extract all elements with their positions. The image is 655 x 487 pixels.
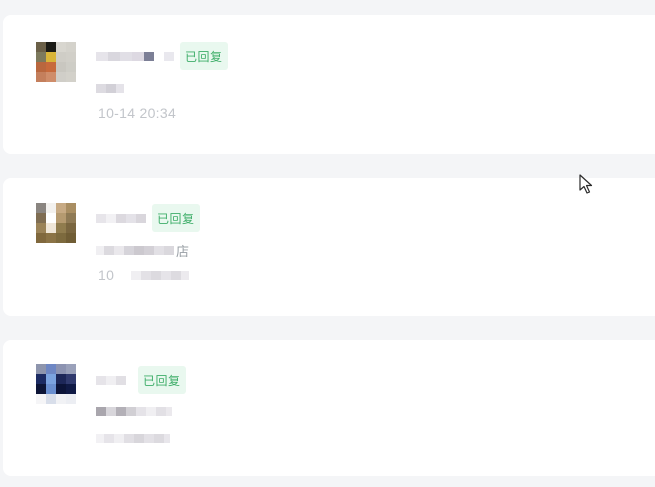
message-list: 已回复 10-14 20:34 已回复 店 10 已回复 [0,0,655,487]
replied-badge: 已回复 [180,42,228,70]
message-preview [96,404,172,418]
sender-row: 已回复 [96,204,200,232]
message-card[interactable]: 已回复 [3,340,655,476]
avatar[interactable] [36,203,76,243]
message-preview: 店 [96,243,189,259]
message-time [96,431,170,445]
message-time: 10-14 20:34 [98,105,177,121]
sender-name [96,51,174,61]
sender-row: 已回复 [96,366,186,394]
sender-name [96,375,132,385]
arrow-cursor-icon [579,174,593,194]
message-card[interactable]: 已回复 10-14 20:34 [3,15,655,154]
message-preview [96,81,124,95]
sender-row: 已回复 [96,42,228,70]
replied-badge: 已回复 [152,204,200,232]
message-card[interactable]: 已回复 店 10 [3,178,655,316]
avatar[interactable] [36,42,76,82]
sender-name [96,213,146,223]
avatar[interactable] [36,364,76,404]
replied-badge: 已回复 [138,366,186,394]
message-time: 10 [98,267,189,283]
